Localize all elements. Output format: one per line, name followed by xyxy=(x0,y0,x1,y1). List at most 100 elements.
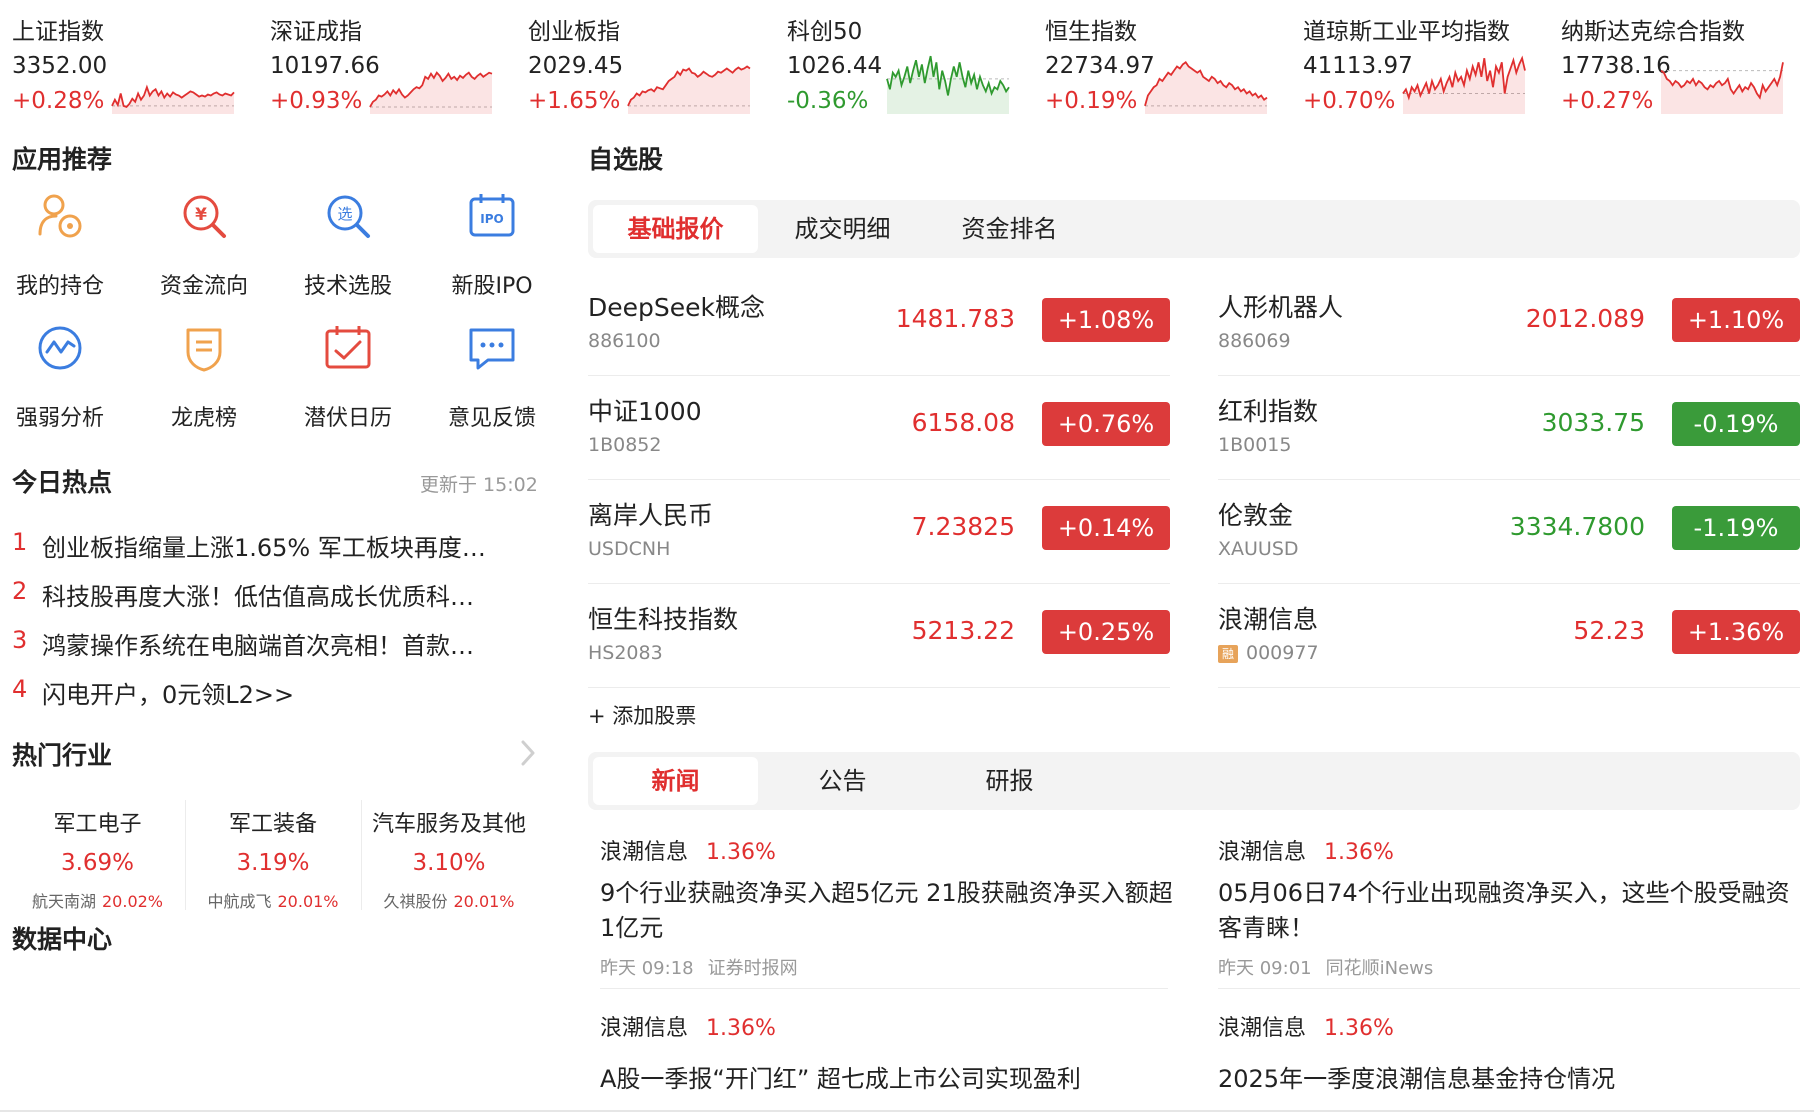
news-tab-3[interactable]: 研报 xyxy=(927,757,1092,805)
index-change: +0.70% xyxy=(1303,88,1396,114)
app-ipo[interactable]: IPO 新股IPO xyxy=(422,190,562,310)
news-stock-tag: 浪潮信息 1.36% xyxy=(600,1010,1182,1042)
news-stock-pct: 1.36% xyxy=(706,1016,776,1041)
quote-change-badge[interactable]: -1.19% xyxy=(1672,506,1800,550)
news-tab-2[interactable]: 公告 xyxy=(760,757,925,805)
index-card[interactable]: 恒生指数 22734.97 +0.19% xyxy=(1033,6,1283,116)
hot-news-item[interactable]: 1 创业板指缩量上涨1.65% 军工板块再度… xyxy=(12,528,542,568)
quote-row[interactable]: 伦敦金 XAUUSD 3334.7800 -1.19% xyxy=(1218,480,1800,584)
hot-news-item[interactable]: 2 科技股再度大涨！低估值高成长优质科… xyxy=(12,577,542,617)
quote-name: 恒生科技指数 xyxy=(588,605,739,634)
industry-pct: 3.69% xyxy=(60,850,135,876)
index-change: +0.93% xyxy=(270,88,363,114)
index-card[interactable]: 创业板指 2029.45 +1.65% xyxy=(516,6,766,116)
quote-row[interactable]: 离岸人民币 USDCNH 7.23825 +0.14% xyxy=(588,480,1170,584)
quote-price: 1481.783 xyxy=(895,304,1015,333)
index-card[interactable]: 上证指数 3352.00 +0.28% xyxy=(0,6,250,116)
index-card[interactable]: 道琼斯工业平均指数 41113.97 +0.70% xyxy=(1291,6,1541,116)
app-dragon-tiger[interactable]: 龙虎榜 xyxy=(134,322,274,442)
hot-news-item[interactable]: 3 鸿蒙操作系统在电脑端首次亮相！首款… xyxy=(12,626,542,666)
quote-change-badge[interactable]: +1.08% xyxy=(1042,298,1170,342)
app-holdings[interactable]: 我的持仓 xyxy=(0,190,130,310)
watchlist-tab-3[interactable]: 资金排名 xyxy=(927,205,1092,253)
app-strength-analysis[interactable]: 强弱分析 xyxy=(0,322,130,442)
news-item[interactable]: 浪潮信息 1.36% 9个行业获融资净买入超5亿元 21股获融资净买入额超1亿元 昨天… xyxy=(600,834,1182,980)
index-sparkline xyxy=(1660,62,1784,114)
quote-row[interactable]: DeepSeek概念 886100 1481.783 +1.08% xyxy=(588,272,1170,376)
watchlist-tab-2[interactable]: 成交明细 xyxy=(760,205,925,253)
chevron-right-icon[interactable] xyxy=(518,738,538,768)
quote-change-badge[interactable]: +0.14% xyxy=(1042,506,1170,550)
data-center-title[interactable]: 数据中心 xyxy=(12,920,112,956)
hot-rank: 2 xyxy=(12,577,28,605)
index-card[interactable]: 纳斯达克综合指数 17738.16 +0.27% xyxy=(1549,6,1799,116)
news-meta: 昨天 09:01 同花顺iNews xyxy=(1218,954,1800,980)
quote-row[interactable]: 人形机器人 886069 2012.089 +1.10% xyxy=(1218,272,1800,376)
index-card[interactable]: 深证成指 10197.66 +0.93% xyxy=(258,6,508,116)
leader-name: 久祺股份 xyxy=(383,892,448,911)
stock-screener-icon: 选 xyxy=(327,195,370,238)
news-item[interactable]: 浪潮信息 1.36% 2025年一季度浪潮信息基金持仓情况 xyxy=(1218,1010,1800,1097)
app-capital-flow[interactable]: ¥ 资金流向 xyxy=(134,190,274,310)
quote-change-badge[interactable]: +1.10% xyxy=(1672,298,1800,342)
svg-text:¥: ¥ xyxy=(195,205,207,225)
quote-code-text: XAUUSD xyxy=(1218,538,1299,560)
quote-name: 浪潮信息 xyxy=(1218,605,1319,634)
hot-rank: 4 xyxy=(12,675,28,703)
app-stock-screener[interactable]: 选技术选股 xyxy=(278,190,418,310)
quote-code: 融 000977 xyxy=(1218,642,1319,664)
add-stock-button[interactable]: + 添加股票 xyxy=(588,700,696,730)
quote-code: 1B0852 xyxy=(588,434,661,456)
quote-change-badge[interactable]: +0.25% xyxy=(1042,610,1170,654)
news-title: 9个行业获融资净买入超5亿元 21股获融资净买入额超1亿元 xyxy=(600,879,1173,942)
quote-row[interactable]: 恒生科技指数 HS2083 5213.22 +0.25% xyxy=(588,584,1170,688)
quote-row[interactable]: 浪潮信息融 000977 52.23 +1.36% xyxy=(1218,584,1800,688)
news-tab-1[interactable]: 新闻 xyxy=(593,757,758,805)
news-stock-name: 浪潮信息 xyxy=(600,840,689,865)
quote-price: 52.23 xyxy=(1573,616,1645,645)
quote-change-badge[interactable]: +1.36% xyxy=(1672,610,1800,654)
news-item[interactable]: 浪潮信息 1.36% A股一季报“开门红” 超七成上市公司实现盈利 xyxy=(600,1010,1182,1097)
app-feedback[interactable]: 意见反馈 xyxy=(422,322,562,442)
quote-change-badge[interactable]: -0.19% xyxy=(1672,402,1800,446)
index-value: 17738.16 xyxy=(1561,53,1671,79)
hot-text: 创业板指缩量上涨1.65% 军工板块再度… xyxy=(42,534,486,562)
watchlist-tab-1[interactable]: 基础报价 xyxy=(593,205,758,253)
index-sparkline xyxy=(111,84,235,114)
quote-row[interactable]: 中证1000 1B0852 6158.08 +0.76% xyxy=(588,376,1170,480)
hot-text: 闪电开户，0元领L2>> xyxy=(42,681,295,709)
leader-pct: 20.02% xyxy=(102,892,164,911)
news-stock-pct: 1.36% xyxy=(1324,840,1394,865)
index-value: 22734.97 xyxy=(1045,53,1155,79)
news-item[interactable]: 浪潮信息 1.36% 05月06日74个行业出现融资净买入，这些个股受融资客青睐！ 昨… xyxy=(1218,834,1800,980)
news-source: 证券时报网 xyxy=(707,958,798,979)
news-stock-name: 浪潮信息 xyxy=(1218,1016,1307,1041)
industry-leader: 航天南湖 20.02% xyxy=(10,888,185,912)
index-card[interactable]: 科创50 1026.44 -0.36% xyxy=(775,6,1025,116)
industry-card[interactable]: 军工装备 3.19% 中航成飞 20.01% xyxy=(185,800,360,912)
hot-text: 科技股再度大涨！低估值高成长优质科… xyxy=(42,583,474,611)
industry-card[interactable]: 汽车服务及其他 3.10% 久祺股份 20.01% xyxy=(361,800,536,911)
news-title: 2025年一季度浪潮信息基金持仓情况 xyxy=(1218,1065,1616,1093)
hot-text: 鸿蒙操作系统在电脑端首次亮相！首款… xyxy=(42,632,474,660)
leader-name: 航天南湖 xyxy=(31,892,96,911)
quote-row[interactable]: 红利指数 1B0015 3033.75 -0.19% xyxy=(1218,376,1800,480)
margin-trading-badge: 融 xyxy=(1218,644,1238,663)
news-meta: 昨天 09:18 证券时报网 xyxy=(600,954,1182,980)
quote-change-badge[interactable]: +0.76% xyxy=(1042,402,1170,446)
bottom-divider xyxy=(0,1110,1814,1112)
quote-price: 3334.7800 xyxy=(1509,512,1645,541)
index-change: +0.28% xyxy=(12,88,105,114)
industry-card[interactable]: 军工电子 3.69% 航天南湖 20.02% xyxy=(10,800,185,912)
app-calendar[interactable]: 潜伏日历 xyxy=(278,322,418,442)
quote-code-text: 886069 xyxy=(1218,330,1291,352)
hot-news-item[interactable]: 4 闪电开户，0元领L2>> xyxy=(12,675,542,715)
hot-rank: 1 xyxy=(12,528,28,556)
sparkline-area xyxy=(1145,62,1267,114)
news-stock-pct: 1.36% xyxy=(1324,1016,1394,1041)
capital-flow-icon: ¥ xyxy=(183,195,226,238)
index-value: 3352.00 xyxy=(12,53,108,79)
industry-leader: 中航成飞 20.01% xyxy=(186,888,360,912)
quote-code: USDCNH xyxy=(588,538,670,560)
holdings-icon xyxy=(38,194,82,238)
